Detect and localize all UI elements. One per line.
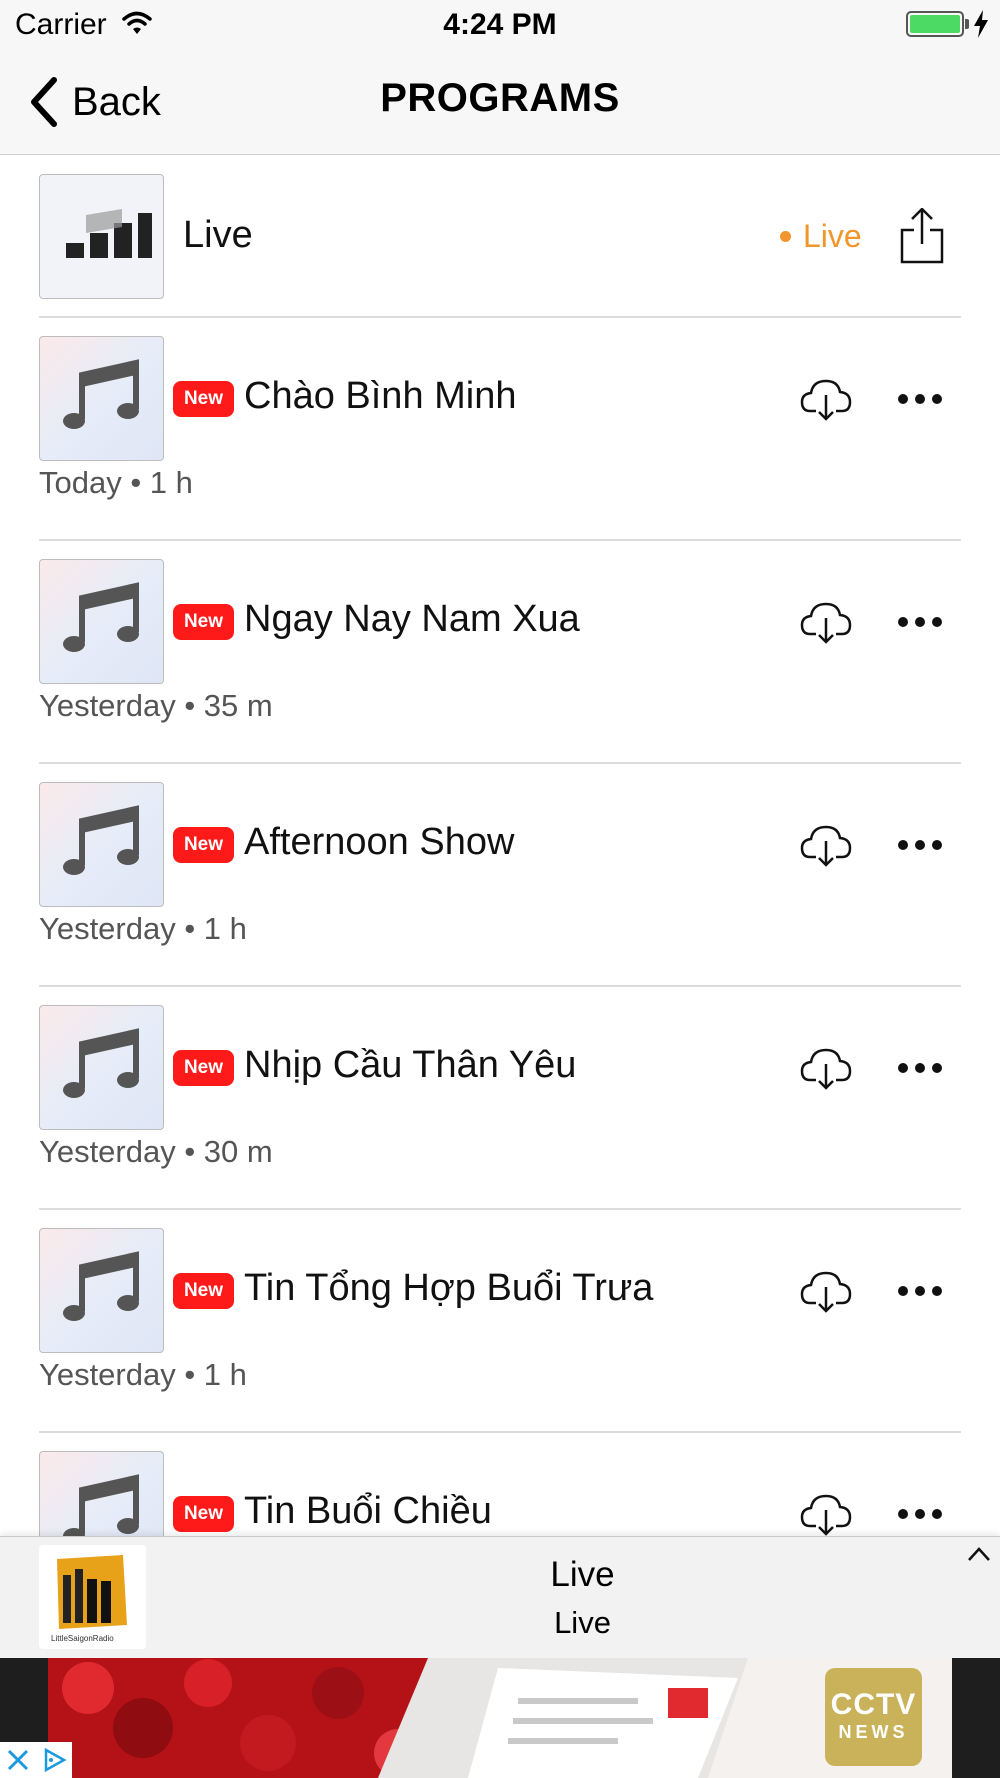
more-options-icon[interactable] [896, 1509, 944, 1521]
status-bar: Carrier 4:24 PM [0, 0, 1000, 50]
episode-row[interactable]: New Tin Tổng Hợp Buổi Trưa Yesterday • 1… [0, 1210, 1000, 1433]
live-status-indicator: Live [780, 218, 862, 255]
music-note-icon [63, 359, 139, 429]
episode-title: Tin Tổng Hợp Buổi Trưa [244, 1267, 654, 1309]
more-options-icon[interactable] [896, 1286, 944, 1298]
new-badge: New [173, 604, 234, 640]
battery-icon [906, 11, 964, 37]
episode-meta: Yesterday • 1 h [39, 911, 247, 946]
charging-bolt-icon [974, 10, 988, 38]
new-badge: New [173, 1496, 234, 1532]
episode-row[interactable]: New Tin Buổi Chiều [0, 1433, 1000, 1536]
episode-title: Chào Bình Minh [244, 375, 517, 417]
music-note-icon [63, 1474, 139, 1536]
music-note-icon [63, 1251, 139, 1321]
ad-choices-icon [44, 1747, 67, 1773]
episode-meta: Yesterday • 35 m [39, 688, 273, 723]
close-icon [7, 1749, 29, 1771]
episode-meta: Yesterday • 1 h [39, 1357, 247, 1392]
signal-bars-icon [66, 209, 152, 258]
episode-title: Tin Buổi Chiều [244, 1490, 492, 1532]
new-badge: New [173, 1273, 234, 1309]
cloud-download-icon[interactable] [800, 1269, 852, 1313]
more-options-icon[interactable] [896, 1063, 944, 1075]
ad-image[interactable] [48, 1658, 952, 1778]
episode-title: Afternoon Show [244, 821, 515, 863]
more-options-icon[interactable] [896, 394, 944, 406]
ad-brand-logo: CCTV NEWS [825, 1668, 922, 1766]
chevron-up-icon[interactable] [966, 1545, 992, 1563]
player-subtitle: Live [554, 1605, 611, 1640]
episode-title: Nhịp Cầu Thân Yêu [244, 1044, 577, 1086]
live-dot-icon [780, 231, 791, 242]
ad-banner[interactable]: CCTV NEWS [0, 1658, 1000, 1778]
new-badge: New [173, 827, 234, 863]
ad-logo-sub: NEWS [838, 1722, 909, 1742]
ad-logo-main: CCTV [830, 1688, 917, 1721]
episode-meta: Yesterday • 30 m [39, 1134, 273, 1169]
program-list[interactable]: Live Live New Chào Bình Minh Today • 1 h… [0, 156, 1000, 1536]
episode-row[interactable]: New Nhịp Cầu Thân Yêu Yesterday • 30 m [0, 987, 1000, 1210]
episode-row[interactable]: New Afternoon Show Yesterday • 1 h [0, 764, 1000, 987]
music-note-icon [63, 805, 139, 875]
new-badge: New [173, 381, 234, 417]
cloud-download-icon[interactable] [800, 1046, 852, 1090]
music-note-icon [63, 582, 139, 652]
more-options-icon[interactable] [896, 617, 944, 629]
episode-thumbnail [39, 782, 164, 907]
episode-thumbnail [39, 1451, 164, 1536]
navigation-bar: Back PROGRAMS [0, 50, 1000, 155]
ad-close-button[interactable] [0, 1742, 36, 1778]
status-time: 4:24 PM [443, 8, 557, 41]
ad-artwork [48, 1658, 952, 1778]
music-note-icon [63, 1028, 139, 1098]
episode-thumbnail [39, 336, 164, 461]
live-status-label: Live [803, 218, 862, 254]
new-badge: New [173, 1050, 234, 1086]
episode-row[interactable]: New Chào Bình Minh Today • 1 h [0, 318, 1000, 541]
episode-row[interactable]: New Ngay Nay Nam Xua Yesterday • 35 m [0, 541, 1000, 764]
episode-title: Ngay Nay Nam Xua [244, 598, 580, 640]
battery-tip [965, 19, 969, 29]
ad-choices-button[interactable] [36, 1742, 72, 1778]
live-thumbnail [39, 174, 164, 299]
cloud-download-icon[interactable] [800, 377, 852, 421]
cloud-download-icon[interactable] [800, 600, 852, 644]
episode-thumbnail [39, 1005, 164, 1130]
cloud-download-icon[interactable] [800, 823, 852, 867]
episode-thumbnail [39, 559, 164, 684]
more-options-icon[interactable] [896, 840, 944, 852]
player-title: Live [550, 1555, 615, 1594]
share-icon[interactable] [898, 208, 946, 266]
live-row-title: Live [183, 214, 253, 256]
episode-meta: Today • 1 h [39, 465, 193, 500]
page-title: PROGRAMS [380, 76, 620, 120]
cloud-download-icon[interactable] [800, 1492, 852, 1536]
mini-player[interactable]: LittleSaigonRadio Live Live [0, 1536, 1000, 1658]
episode-thumbnail [39, 1228, 164, 1353]
live-row[interactable]: Live Live [0, 156, 1000, 318]
